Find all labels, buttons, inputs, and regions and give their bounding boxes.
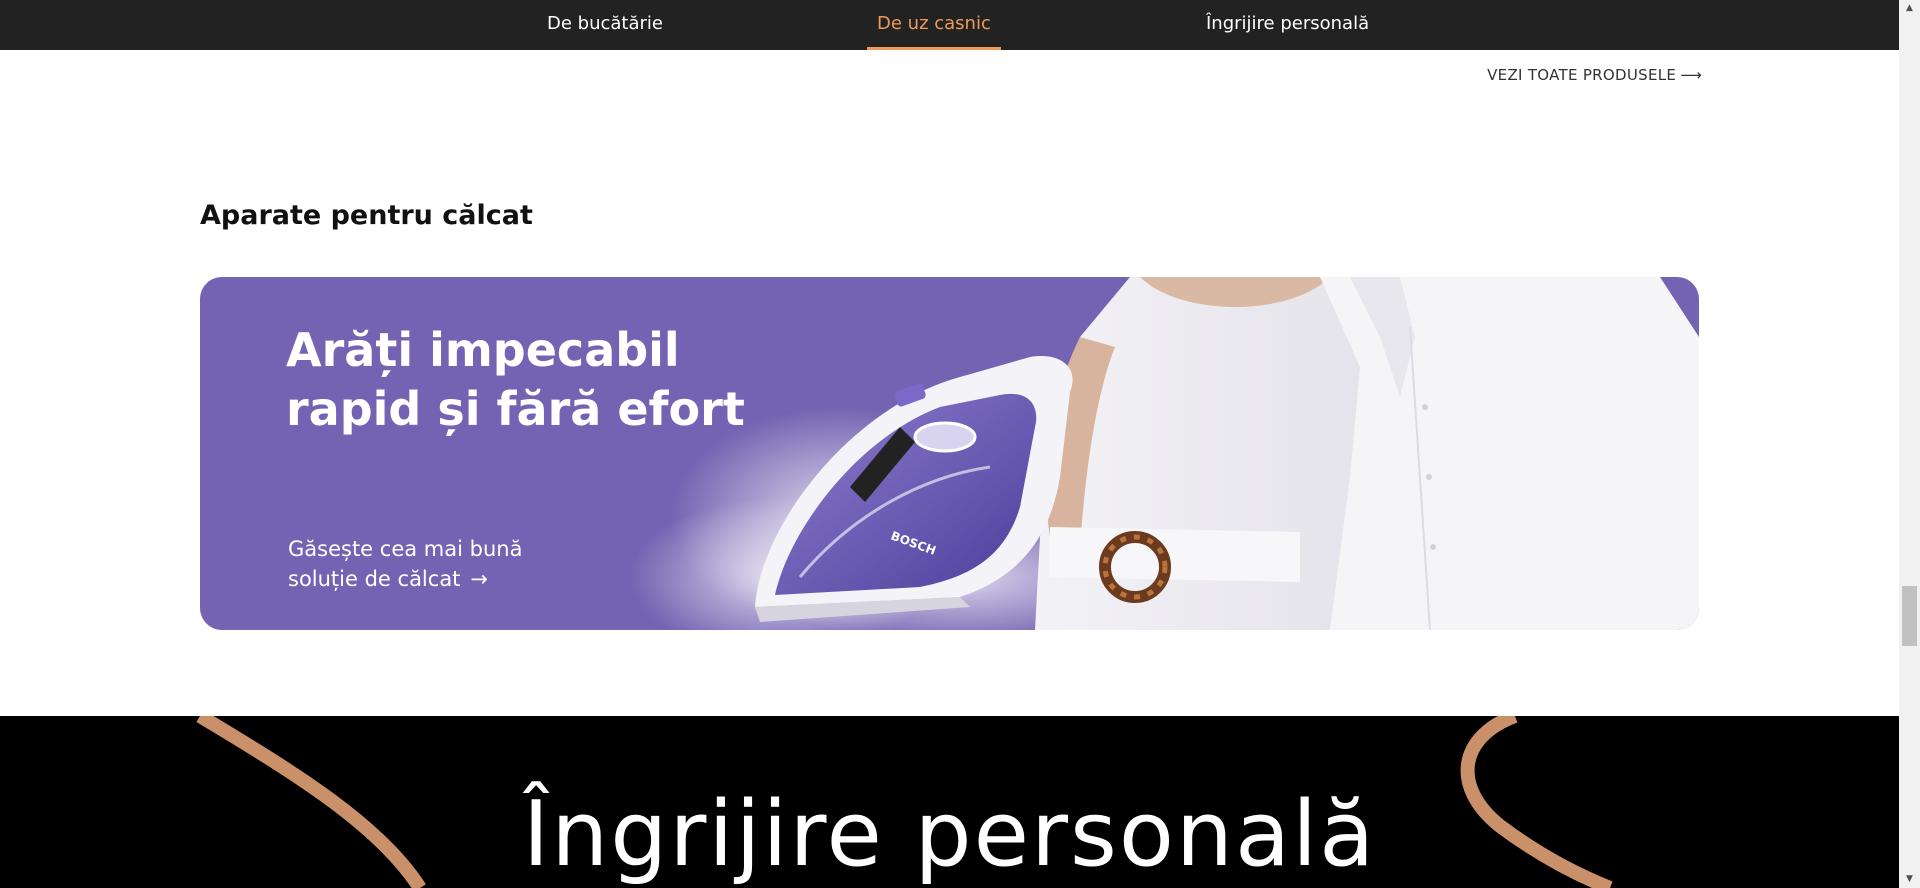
arrow-right-icon: ⟶ [1680, 66, 1702, 84]
banner-cta-line2-text: soluție de călcat [288, 567, 461, 591]
section-title: Aparate pentru călcat [200, 200, 533, 231]
personal-care-section: Îngrijire personală [0, 716, 1899, 888]
category-nav: De bucătărie De uz casnic Îngrijire pers… [0, 0, 1899, 50]
tab-de-bucatarie[interactable]: De bucătărie [547, 0, 663, 50]
scrollbar-thumb[interactable] [1902, 586, 1917, 646]
tab-de-uz-casnic[interactable]: De uz casnic [867, 0, 1001, 50]
scroll-up-icon[interactable]: ▲ [1899, 0, 1920, 17]
banner-cta-line1: Găsește cea mai bună [288, 537, 523, 561]
banner-headline-line2: rapid și fără efort [286, 382, 745, 436]
banner-cta[interactable]: Găsește cea mai bună soluție de călcat → [288, 534, 522, 594]
banner-cta-line2: soluție de călcat → [288, 564, 522, 594]
arrow-right-icon: → [470, 567, 489, 591]
view-all-products-link[interactable]: VEZI TOATE PRODUSELE ⟶ [1487, 66, 1702, 84]
banner-headline: Arăți impecabil rapid și fără efort [286, 321, 745, 439]
scroll-down-icon[interactable]: ▼ [1899, 871, 1920, 888]
view-all-label: VEZI TOATE PRODUSELE [1487, 66, 1677, 84]
tab-ingrijire-personala[interactable]: Îngrijire personală [1206, 0, 1369, 50]
banner-headline-line1: Arăți impecabil [286, 323, 680, 377]
ironing-promo-banner[interactable]: BOSCH Arăți impecabil rapid și fără efor… [200, 277, 1699, 630]
page-scrollbar[interactable]: ▲ ▼ [1899, 0, 1920, 888]
personal-care-title: Îngrijire personală [522, 782, 1377, 887]
page: De bucătărie De uz casnic Îngrijire pers… [0, 0, 1920, 888]
